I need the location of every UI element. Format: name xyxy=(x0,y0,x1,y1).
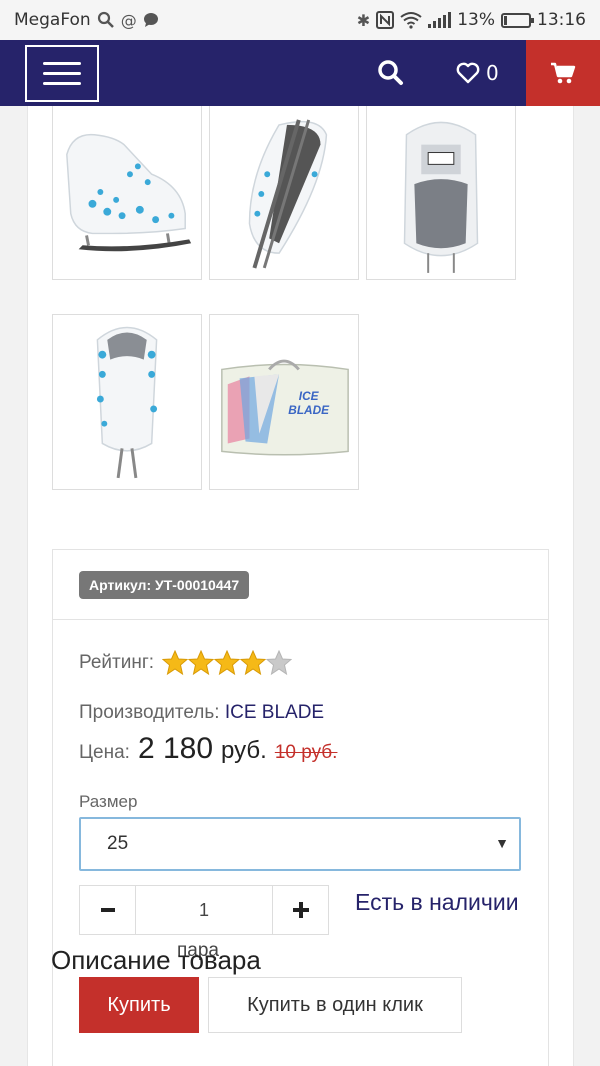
price-label: Цена: xyxy=(79,742,130,763)
wifi-icon xyxy=(400,12,422,29)
old-price: 10 руб. xyxy=(274,742,338,763)
sku-row: Артикул: УТ-00010447 xyxy=(53,550,548,620)
price-currency: руб. xyxy=(221,737,267,764)
star-filled-icon[interactable] xyxy=(188,650,215,676)
star-filled-icon[interactable] xyxy=(240,650,267,676)
carrier-name: MegaFon xyxy=(14,10,91,30)
stock-status: Есть в наличии xyxy=(355,889,519,915)
star-filled-icon[interactable] xyxy=(162,650,189,676)
size-label: Размер xyxy=(79,792,138,811)
quantity-input[interactable]: 1 xyxy=(136,886,272,934)
at-icon: @ xyxy=(120,10,137,30)
buy-one-click-button[interactable]: Купить в один клик xyxy=(208,977,462,1033)
heart-icon xyxy=(456,62,480,84)
bag-logo-line1: ICE xyxy=(299,389,320,403)
cart-button[interactable] xyxy=(526,40,600,106)
skate-bag-image: ICE BLADE xyxy=(221,359,349,456)
clock: 13:16 xyxy=(537,10,586,30)
cart-icon xyxy=(551,62,576,84)
buy-button[interactable]: Купить xyxy=(79,977,199,1033)
quantity-stepper: 1 xyxy=(79,885,329,935)
nfc-icon xyxy=(376,11,395,29)
signal-icon xyxy=(428,12,452,28)
price-row: Цена: 2 180 руб. 10 руб. xyxy=(79,732,337,766)
description-title: Описание товара xyxy=(51,945,261,975)
battery-icon xyxy=(501,12,534,28)
bluetooth-icon: ✱ xyxy=(356,10,371,30)
skate-side-image xyxy=(66,133,192,252)
maker-label: Производитель: xyxy=(79,702,220,723)
rating-row: Рейтинг: xyxy=(79,650,293,676)
maker-row: Производитель: ICE BLADE xyxy=(79,702,324,724)
bag-logo-line2: BLADE xyxy=(288,403,330,417)
gallery-thumb-top[interactable] xyxy=(366,106,516,280)
star-filled-icon[interactable] xyxy=(214,650,241,676)
gallery-thumb-bag[interactable]: ICE BLADE xyxy=(209,314,359,490)
quantity-plus-button[interactable] xyxy=(272,886,328,934)
search-button[interactable] xyxy=(376,58,406,88)
price-value: 2 180 xyxy=(137,732,214,765)
quantity-minus-button[interactable] xyxy=(80,886,136,934)
gallery-thumb-back[interactable] xyxy=(52,314,202,490)
skate-back-image xyxy=(96,326,158,479)
star-empty-icon[interactable] xyxy=(266,650,293,676)
battery-percent: 13% xyxy=(457,10,495,30)
rating-label: Рейтинг: xyxy=(79,652,155,673)
size-select[interactable]: 25 ▼ xyxy=(79,817,521,871)
gallery-thumb-side[interactable] xyxy=(52,106,202,280)
gallery-thumb-blade[interactable] xyxy=(209,106,359,280)
search-icon xyxy=(378,60,403,85)
favorites-button[interactable]: 0 xyxy=(456,58,499,88)
plus-icon xyxy=(292,902,309,918)
rating-stars[interactable] xyxy=(162,650,293,676)
product-info-box: Артикул: УТ-00010447 Рейтинг: Производит… xyxy=(52,549,549,1066)
dropdown-arrow-icon: ▼ xyxy=(495,835,509,851)
skate-blade-image xyxy=(248,119,328,269)
minus-icon xyxy=(100,908,115,912)
maker-link[interactable]: ICE BLADE xyxy=(225,702,324,723)
status-bar: MegaFon @ ✱ 13% 13:16 xyxy=(0,0,600,40)
menu-button[interactable] xyxy=(25,45,99,102)
favorites-count: 0 xyxy=(486,61,499,85)
top-navbar: 0 xyxy=(0,40,600,106)
skate-top-image xyxy=(403,121,479,273)
search-icon xyxy=(97,11,114,28)
product-content: ICE BLADE Артикул: УТ-00010447 Рейтинг: … xyxy=(27,106,574,1066)
sku-badge: Артикул: УТ-00010447 xyxy=(79,571,250,599)
chat-icon xyxy=(143,13,158,27)
size-select-value: 25 xyxy=(107,833,129,854)
